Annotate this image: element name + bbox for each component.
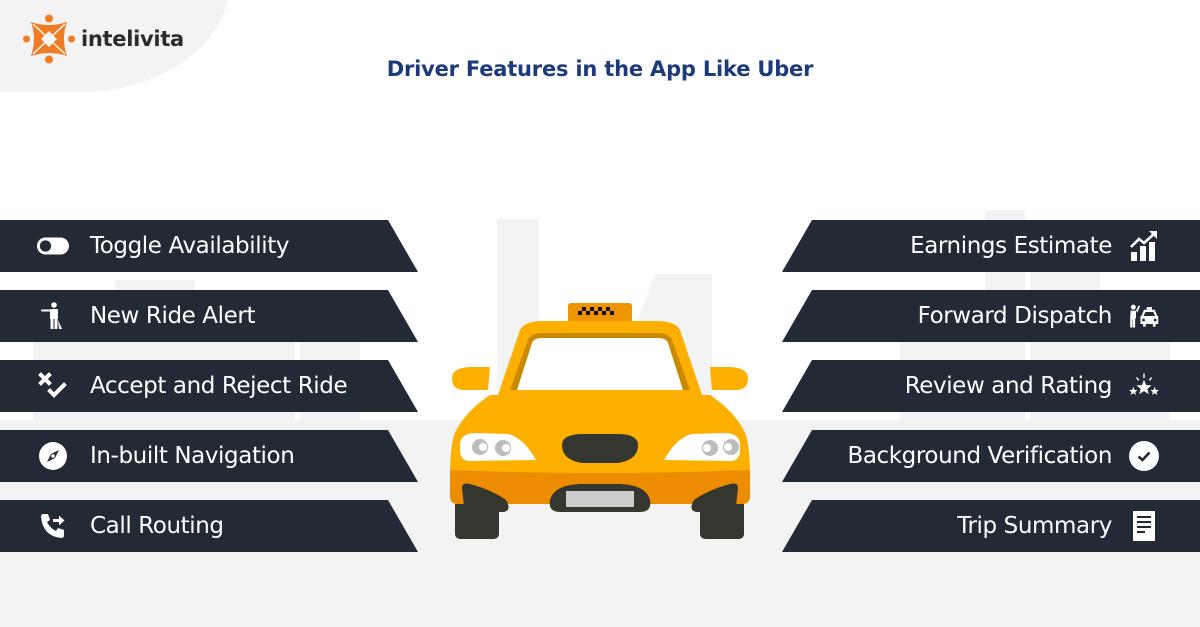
person-taxi-icon xyxy=(1128,302,1160,330)
feature-earnings-estimate: Earnings Estimate xyxy=(782,220,1200,272)
feature-in-built-navigation: In-built Navigation xyxy=(0,430,418,482)
toggle-icon xyxy=(37,232,69,260)
feature-accept-reject-ride: Accept and Reject Ride xyxy=(0,360,418,412)
feature-label: Forward Dispatch xyxy=(917,303,1113,329)
person-hailing-icon xyxy=(37,302,69,330)
taxi-license-plate xyxy=(566,491,634,507)
taxi-windshield xyxy=(517,338,683,390)
feature-toggle-availability: Toggle Availability xyxy=(0,220,418,272)
feature-background-verification: Background Verification xyxy=(782,430,1200,482)
feature-label: Trip Summary xyxy=(957,513,1112,539)
feature-call-routing: Call Routing xyxy=(0,500,418,552)
feature-label: New Ride Alert xyxy=(90,303,256,329)
taxi-mirror-right xyxy=(710,367,748,390)
feature-label: Review and Rating xyxy=(904,373,1113,399)
taxi-roof-sign xyxy=(568,303,632,323)
feature-label: Earnings Estimate xyxy=(910,233,1112,259)
feature-review-and-rating: Review and Rating xyxy=(782,360,1200,412)
feature-label: Call Routing xyxy=(90,513,224,539)
growth-chart-icon xyxy=(1128,231,1160,261)
page-title: Driver Features in the App Like Uber xyxy=(386,57,814,81)
feature-new-ride-alert: New Ride Alert xyxy=(0,290,418,342)
taxi-mirror-left xyxy=(452,367,490,390)
check-circle-icon xyxy=(1128,441,1160,471)
brand-name: intelivita xyxy=(81,27,184,51)
feature-forward-dispatch: Forward Dispatch xyxy=(782,290,1200,342)
feature-label: Background Verification xyxy=(847,443,1112,469)
stars-icon xyxy=(1128,372,1160,400)
feature-trip-summary: Trip Summary xyxy=(782,500,1200,552)
feature-label: Accept and Reject Ride xyxy=(90,373,348,399)
feature-label: Toggle Availability xyxy=(90,233,290,259)
document-icon xyxy=(1128,511,1160,541)
taxi-illustration xyxy=(450,303,750,539)
call-forward-icon xyxy=(37,512,69,540)
feature-label: In-built Navigation xyxy=(90,443,295,469)
accept-reject-icon xyxy=(37,372,69,400)
compass-icon xyxy=(37,442,69,470)
taxi-grille xyxy=(562,434,638,463)
